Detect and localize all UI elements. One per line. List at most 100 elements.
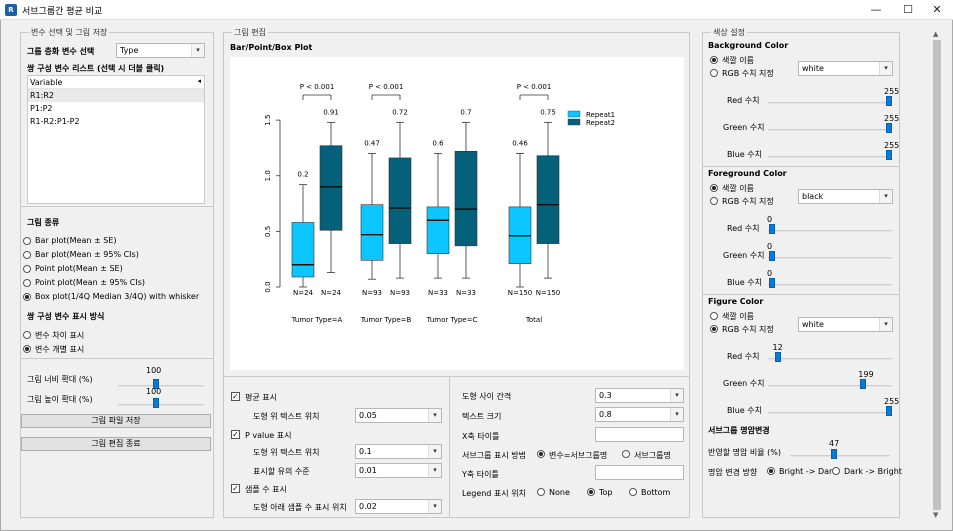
mean-label: 0.75 (540, 108, 556, 116)
fg-green-slider-track[interactable] (768, 257, 892, 259)
list-header-label: Variable (30, 78, 63, 87)
sig-select[interactable]: 0.01 ▾ (355, 463, 442, 478)
fig-green-slider-track[interactable] (768, 385, 892, 387)
y-tick-label: 1.5 (264, 115, 272, 126)
fg-green-label: Green 수치 (723, 251, 765, 260)
pair-display-radio[interactable] (23, 331, 31, 339)
scroll-up-icon[interactable]: ▲ (933, 30, 938, 38)
fg-red-slider-thumb[interactable] (769, 224, 775, 234)
list-item[interactable]: P1:P2 (28, 102, 204, 115)
subgroup-var-radio[interactable] (537, 450, 545, 458)
n-checkbox[interactable]: ✓ (231, 484, 240, 493)
minimize-button[interactable]: — (861, 0, 891, 20)
pair-list[interactable]: Variable ◂ R1:R2 P1:P2 R1-R2:P1-P2 (27, 75, 205, 204)
n-label: N=33 (428, 289, 448, 297)
plot-type-radio[interactable] (23, 293, 31, 301)
brightness-slider-track[interactable] (790, 455, 890, 457)
fig-blue-slider-track[interactable] (768, 412, 892, 414)
pvalue-checkbox[interactable]: ✓ (231, 430, 240, 439)
fig-red-label: Red 수치 (727, 352, 760, 361)
chevron-down-icon[interactable]: ▾ (191, 44, 204, 57)
fig-green-slider-thumb[interactable] (860, 379, 867, 389)
dark-to-bright-radio[interactable] (832, 467, 840, 475)
fg-name-radio[interactable] (710, 184, 718, 192)
height-slider-thumb[interactable] (153, 398, 159, 408)
scrollbar-thumb[interactable] (933, 40, 941, 510)
spacing-select[interactable]: 0.3 ▾ (595, 388, 684, 403)
n-pos-select[interactable]: 0.02 ▾ (355, 499, 442, 514)
sort-icon[interactable]: ◂ (197, 77, 201, 85)
fig-red-slider-thumb[interactable] (774, 352, 781, 362)
chevron-down-icon[interactable]: ▾ (428, 464, 441, 477)
fg-green-slider-thumb[interactable] (769, 251, 775, 261)
legend-label: Repeat2 (586, 119, 615, 127)
list-header[interactable]: Variable ◂ (28, 76, 204, 89)
plot-type-label: Bar plot(Mean ± SE) (35, 236, 117, 245)
maximize-button[interactable]: ☐ (893, 0, 923, 20)
fig-red-slider-track[interactable] (768, 358, 892, 360)
x-category-label: Tumor Type=A (291, 316, 343, 324)
plot-title: Bar/Point/Box Plot (230, 43, 313, 52)
fig-name-radio[interactable] (710, 312, 718, 320)
pvalue-pos-select[interactable]: 0.1 ▾ (355, 444, 442, 459)
fig-rgb-radio[interactable] (710, 325, 718, 333)
plot-type-radio[interactable] (23, 237, 31, 245)
chevron-down-icon[interactable]: ▾ (879, 318, 892, 331)
fg-color-select[interactable]: black ▾ (798, 189, 893, 204)
save-image-button[interactable]: 그림 파일 저장 (21, 414, 211, 428)
bg-green-slider-track[interactable] (768, 129, 892, 131)
chevron-down-icon[interactable]: ▾ (670, 389, 683, 402)
fg-blue-slider-track[interactable] (768, 284, 892, 286)
subgroup-name-radio[interactable] (622, 450, 630, 458)
bg-rgb-radio[interactable] (710, 69, 718, 77)
plot-type-radio[interactable] (23, 265, 31, 273)
chevron-down-icon[interactable]: ▾ (428, 500, 441, 513)
bg-red-slider-thumb[interactable] (886, 96, 892, 106)
fg-rgb-label: RGB 수치 지정 (722, 197, 774, 206)
fig-blue-slider-thumb[interactable] (886, 406, 892, 416)
bg-blue-slider-track[interactable] (768, 156, 892, 158)
text-pos-select[interactable]: 0.05 ▾ (355, 408, 442, 423)
fg-rgb-radio[interactable] (710, 197, 718, 205)
legend-top-radio[interactable] (587, 488, 595, 496)
list-item[interactable]: R1:R2 (28, 89, 204, 102)
n-pos-label: 도형 아래 샘플 수 표시 위치 (253, 503, 347, 512)
plot-type-radio[interactable] (23, 279, 31, 287)
n-label: N=150 (508, 289, 532, 297)
bg-color-select[interactable]: white ▾ (798, 61, 893, 76)
xtitle-input[interactable] (595, 427, 684, 442)
brightness-slider-thumb[interactable] (831, 449, 837, 459)
pair-display-radio[interactable] (23, 345, 31, 353)
y-tick-label: 0.0 (264, 281, 272, 292)
chevron-down-icon[interactable]: ▾ (428, 409, 441, 422)
fig-green-label: Green 수치 (723, 379, 765, 388)
bg-blue-slider-thumb[interactable] (886, 150, 892, 160)
fg-blue-slider-thumb[interactable] (769, 278, 775, 288)
close-button[interactable]: ✕ (922, 0, 952, 20)
box-repeat1 (360, 204, 384, 261)
chevron-down-icon[interactable]: ▾ (670, 408, 683, 421)
legend-bottom-radio[interactable] (629, 488, 637, 496)
subgroup-label: 서브그룹 표시 방법 (462, 451, 526, 460)
xtitle-label: X축 타이틀 (462, 432, 500, 441)
bg-green-slider-thumb[interactable] (886, 123, 892, 133)
grouping-select[interactable]: Type ▾ (116, 43, 205, 58)
chevron-down-icon[interactable]: ▾ (428, 445, 441, 458)
fig-color-select[interactable]: white ▾ (798, 317, 893, 332)
mean-checkbox[interactable]: ✓ (231, 392, 240, 401)
chevron-down-icon[interactable]: ▾ (879, 190, 892, 203)
dark-to-bright-label: Dark -> Bright (844, 467, 902, 476)
height-slider-track[interactable] (118, 404, 204, 406)
scroll-down-icon[interactable]: ▼ (933, 511, 938, 519)
list-item[interactable]: R1-R2:P1-P2 (28, 115, 204, 128)
legend-none-radio[interactable] (537, 488, 545, 496)
fg-red-slider-track[interactable] (768, 230, 892, 232)
ytitle-input[interactable] (595, 465, 684, 480)
bg-red-slider-track[interactable] (768, 102, 892, 104)
close-edit-button[interactable]: 그림 편집 종료 (21, 437, 211, 451)
textsize-select[interactable]: 0.8 ▾ (595, 407, 684, 422)
chevron-down-icon[interactable]: ▾ (879, 62, 892, 75)
bright-to-dark-radio[interactable] (767, 467, 775, 475)
bg-name-radio[interactable] (710, 56, 718, 64)
plot-type-radio[interactable] (23, 251, 31, 259)
